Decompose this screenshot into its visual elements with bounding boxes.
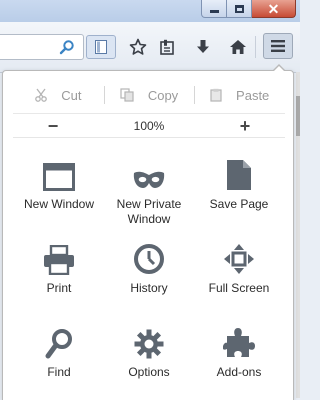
divider <box>13 137 285 138</box>
find-label: Find <box>47 365 71 379</box>
copy-icon <box>120 88 134 102</box>
fullscreen-icon <box>224 244 254 274</box>
clock-icon <box>134 244 164 274</box>
home-button[interactable] <box>225 34 251 60</box>
zoom-in-button[interactable]: + <box>205 116 285 137</box>
options-label: Options <box>128 365 170 379</box>
scissors-icon <box>35 88 48 102</box>
search-icon[interactable] <box>59 39 75 60</box>
new-private-window-label: New Private Window <box>116 197 182 226</box>
add-ons-button[interactable]: Add-ons <box>191 323 287 380</box>
toolbar-separator <box>255 36 256 58</box>
reader-view-icon <box>95 40 107 54</box>
new-private-window-button[interactable]: New Private Window <box>101 155 197 227</box>
close-icon: ✕ <box>267 0 280 17</box>
maximize-icon <box>234 4 244 13</box>
paste-icon <box>210 88 222 102</box>
edit-controls: Cut Copy Paste <box>13 83 285 107</box>
close-button[interactable]: ✕ <box>252 0 296 18</box>
new-window-button[interactable]: New Window <box>11 155 107 212</box>
full-screen-label: Full Screen <box>208 281 270 295</box>
new-window-label: New Window <box>23 197 95 211</box>
history-label: History <box>130 281 168 295</box>
save-page-button[interactable]: Save Page <box>191 155 287 212</box>
cut-button[interactable]: Cut <box>13 83 104 107</box>
gear-icon <box>134 329 164 359</box>
paste-label: Paste <box>236 87 270 103</box>
open-menu-button[interactable] <box>263 33 293 59</box>
print-label: Print <box>46 281 72 295</box>
zoom-reset-button[interactable]: 100% <box>93 119 205 133</box>
bookmarks-list-icon <box>160 39 174 55</box>
print-button[interactable]: Print <box>11 239 107 296</box>
printer-icon <box>44 245 74 275</box>
cut-label: Cut <box>61 87 82 103</box>
bookmark-star-icon <box>129 38 147 55</box>
find-button[interactable]: Find <box>11 323 107 380</box>
navigation-toolbar <box>0 22 300 73</box>
window-controls: ✕ <box>201 0 296 18</box>
minimize-button[interactable] <box>201 0 227 18</box>
hamburger-menu-icon <box>271 40 285 52</box>
download-button[interactable] <box>190 34 216 60</box>
window-titlebar: ✕ <box>0 0 300 22</box>
new-window-icon <box>43 163 75 191</box>
home-icon <box>230 40 246 54</box>
paste-button[interactable]: Paste <box>194 83 285 107</box>
full-screen-button[interactable]: Full Screen <box>191 239 287 296</box>
history-button[interactable]: History <box>101 239 197 296</box>
copy-button[interactable]: Copy <box>103 83 195 107</box>
zoom-controls: − 100% + <box>13 113 285 138</box>
save-page-label: Save Page <box>209 197 269 211</box>
private-mask-icon <box>133 171 165 188</box>
options-button[interactable]: Options <box>101 323 197 380</box>
minimize-icon <box>209 10 219 13</box>
zoom-out-button[interactable]: − <box>13 116 93 137</box>
reader-view-button[interactable] <box>86 35 116 59</box>
search-input[interactable] <box>0 34 84 60</box>
download-icon <box>197 40 209 53</box>
add-ons-label: Add-ons <box>216 365 262 379</box>
copy-label: Copy <box>147 87 179 103</box>
save-page-icon <box>227 160 251 190</box>
find-icon <box>45 329 72 359</box>
bookmark-star-button[interactable] <box>125 34 151 60</box>
maximize-button[interactable] <box>227 0 252 18</box>
scrollbar-thumb[interactable] <box>296 96 300 136</box>
puzzle-icon <box>223 328 255 357</box>
bookmarks-list-button[interactable] <box>154 34 180 60</box>
panel-anchor-arrow-fill <box>273 66 285 72</box>
main-menu-panel: Cut Copy Paste − 100% + New Window New P… <box>2 70 294 400</box>
